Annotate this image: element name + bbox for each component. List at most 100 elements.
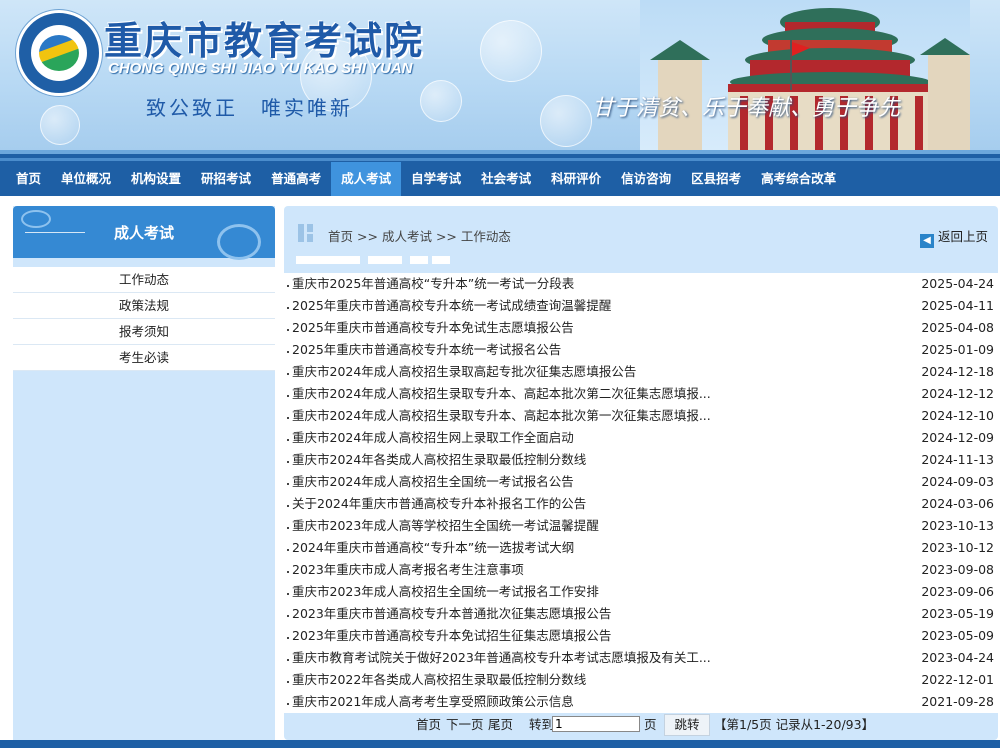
site-logo[interactable]: [16, 10, 102, 96]
bubble-decoration: [420, 80, 462, 122]
article-row: 重庆市2024年成人高校招生网上录取工作全面启动 2024-12-09: [284, 427, 998, 449]
article-row: 重庆市2023年成人高等学校招生全国统一考试温馨提醒 2023-10-13: [284, 515, 998, 537]
jump-button[interactable]: 跳转: [664, 714, 710, 736]
pager-next[interactable]: 下一页: [446, 714, 484, 736]
article-link[interactable]: 重庆市2024年各类成人高校招生录取最低控制分数线: [284, 449, 586, 471]
article-row: 关于2024年重庆市普通高校专升本补报名工作的公告 2024-03-06: [284, 493, 998, 515]
article-date: 2023-10-12: [921, 540, 994, 555]
article-link[interactable]: 2025年重庆市普通高校专升本统一考试报名公告: [284, 339, 561, 361]
nav-item-4[interactable]: 普通高考: [261, 162, 331, 196]
article-link[interactable]: 重庆市2024年成人高校招生全国统一考试报名公告: [284, 471, 574, 493]
great-hall-image: [640, 0, 970, 150]
article-row: 重庆市2025年普通高校“专升本”统一考试一分段表 2025-04-24: [284, 273, 998, 295]
article-date: 2023-04-24: [921, 650, 994, 665]
pager-unit: 页: [644, 717, 657, 732]
article-link[interactable]: 重庆市2022年各类成人高校招生录取最低控制分数线: [284, 669, 586, 691]
nav-item-0[interactable]: 首页: [6, 162, 51, 196]
article-row: 2025年重庆市普通高校专升本免试生志愿填报公告 2025-04-08: [284, 317, 998, 339]
bullet-icon: [287, 373, 289, 375]
motto-right: 甘于清贫、乐于奉献、勇于争先: [592, 96, 901, 121]
sidebar-link-0[interactable]: 工作动态: [13, 267, 275, 293]
nav-item-9[interactable]: 信访咨询: [611, 162, 681, 196]
article-title: 2024年重庆市普通高校“专升本”统一选拔考试大纲: [292, 540, 575, 555]
nav-item-2[interactable]: 机构设置: [121, 162, 191, 196]
bullet-icon: [287, 461, 289, 463]
page-number-input[interactable]: [552, 716, 640, 732]
article-row: 重庆市2021年成人高考考生享受照顾政策公示信息 2021-09-28: [284, 691, 998, 713]
breadcrumb-home[interactable]: 首页: [328, 229, 353, 244]
article-date: 2024-12-10: [921, 408, 994, 423]
sidebar-links: 工作动态 政策法规 报考须知 考生必读: [13, 267, 275, 371]
article-link[interactable]: 重庆市2025年普通高校“专升本”统一考试一分段表: [284, 273, 574, 295]
article-link[interactable]: 2023年重庆市成人高考报名考生注意事项: [284, 559, 524, 581]
bullet-icon: [287, 351, 289, 353]
nav-item-10[interactable]: 区县招考: [681, 162, 751, 196]
nav-item-1[interactable]: 单位概况: [51, 162, 121, 196]
nav-item-8[interactable]: 科研评价: [541, 162, 611, 196]
nav-item-5[interactable]: 成人考试: [331, 162, 402, 196]
nav-item-7[interactable]: 社会考试: [471, 162, 541, 196]
article-row: 重庆市2024年成人高校招生录取高起专批次征集志愿填报公告 2024-12-18: [284, 361, 998, 383]
article-date: 2023-10-13: [921, 518, 994, 533]
article-link[interactable]: 2023年重庆市普通高校专升本普通批次征集志愿填报公告: [284, 603, 611, 625]
article-date: 2023-05-09: [921, 628, 994, 643]
breadcrumb-section[interactable]: 成人考试: [382, 229, 432, 244]
article-row: 重庆市教育考试院关于做好2023年普通高校专升本考试志愿填报及有关工... 202…: [284, 647, 998, 669]
breadcrumb: 首页 >> 成人考试 >> 工作动态: [328, 226, 511, 245]
article-link[interactable]: 2023年重庆市普通高校专升本免试招生征集志愿填报公告: [284, 625, 611, 647]
article-row: 重庆市2024年成人高校招生全国统一考试报名公告 2024-09-03: [284, 471, 998, 493]
article-link[interactable]: 重庆市2021年成人高考考生享受照顾政策公示信息: [284, 691, 574, 713]
breadcrumb-icon: [298, 224, 316, 242]
sidebar: 成人考试 工作动态 政策法规 报考须知 考生必读: [13, 206, 275, 740]
article-link[interactable]: 重庆市2024年成人高校招生录取专升本、高起本批次第一次征集志愿填报...: [284, 405, 711, 427]
content-header: 首页 >> 成人考试 >> 工作动态 ◀ 返回上页: [284, 206, 998, 266]
article-link[interactable]: 2024年重庆市普通高校“专升本”统一选拔考试大纲: [284, 537, 574, 559]
article-title: 关于2024年重庆市普通高校专升本补报名工作的公告: [292, 496, 587, 511]
nav-item-11[interactable]: 高考综合改革: [751, 162, 846, 196]
pagination: 首页 下一页 尾页 转到 页 跳转 【第1/5页 记录从1-20/93】: [284, 714, 998, 736]
article-title: 重庆市教育考试院关于做好2023年普通高校专升本考试志愿填报及有关工...: [292, 650, 711, 665]
article-date: 2024-12-18: [921, 364, 994, 379]
article-date: 2023-09-06: [921, 584, 994, 599]
article-link[interactable]: 2025年重庆市普通高校专升本统一考试成绩查询温馨提醒: [284, 295, 611, 317]
article-title: 2025年重庆市普通高校专升本统一考试成绩查询温馨提醒: [292, 298, 612, 313]
breadcrumb-current[interactable]: 工作动态: [461, 229, 511, 244]
article-row: 2025年重庆市普通高校专升本统一考试成绩查询温馨提醒 2025-04-11: [284, 295, 998, 317]
article-link[interactable]: 关于2024年重庆市普通高校专升本补报名工作的公告: [284, 493, 586, 515]
nav-item-3[interactable]: 研招考试: [191, 162, 261, 196]
article-link[interactable]: 重庆市2023年成人高等学校招生全国统一考试温馨提醒: [284, 515, 599, 537]
article-link[interactable]: 重庆市2023年成人高校招生全国统一考试报名工作安排: [284, 581, 599, 603]
breadcrumb-separator: >>: [357, 229, 378, 244]
sidebar-link-1[interactable]: 政策法规: [13, 293, 275, 319]
motto-left: 致公致正 唯实唯新: [146, 96, 353, 120]
main-nav: 首页 单位概况 机构设置 研招考试 普通高考 成人考试 自学考试 社会考试 科研评价 信访咨询 区县…: [0, 150, 1000, 196]
bullet-icon: [287, 483, 289, 485]
bullet-icon: [287, 637, 289, 639]
pager-first[interactable]: 首页: [416, 714, 441, 736]
article-title: 重庆市2021年成人高考考生享受照顾政策公示信息: [292, 694, 574, 709]
nav-item-6[interactable]: 自学考试: [401, 162, 471, 196]
article-title: 2023年重庆市普通高校专升本免试招生征集志愿填报公告: [292, 628, 612, 643]
bullet-icon: [287, 307, 289, 309]
sidebar-header: 成人考试: [13, 206, 275, 260]
article-row: 重庆市2022年各类成人高校招生录取最低控制分数线 2022-12-01: [284, 669, 998, 691]
article-link[interactable]: 重庆市2024年成人高校招生录取专升本、高起本批次第二次征集志愿填报...: [284, 383, 711, 405]
article-row: 重庆市2024年各类成人高校招生录取最低控制分数线 2024-11-13: [284, 449, 998, 471]
article-link[interactable]: 重庆市2024年成人高校招生网上录取工作全面启动: [284, 427, 574, 449]
article-date: 2021-09-28: [921, 694, 994, 709]
article-date: 2023-09-08: [921, 562, 994, 577]
sidebar-title: 成人考试: [113, 224, 174, 242]
article-link[interactable]: 2025年重庆市普通高校专升本免试生志愿填报公告: [284, 317, 574, 339]
article-link[interactable]: 重庆市教育考试院关于做好2023年普通高校专升本考试志愿填报及有关工...: [284, 647, 711, 669]
bullet-icon: [287, 681, 289, 683]
article-row: 2023年重庆市普通高校专升本普通批次征集志愿填报公告 2023-05-19: [284, 603, 998, 625]
back-button[interactable]: ◀ 返回上页: [919, 226, 988, 248]
sidebar-link-2[interactable]: 报考须知: [13, 319, 275, 345]
bullet-icon: [287, 615, 289, 617]
article-link[interactable]: 重庆市2024年成人高校招生录取高起专批次征集志愿填报公告: [284, 361, 636, 383]
bullet-icon: [287, 395, 289, 397]
sidebar-link-3[interactable]: 考生必读: [13, 345, 275, 371]
bullet-icon: [287, 329, 289, 331]
back-arrow-icon: ◀: [919, 234, 934, 248]
pager-last[interactable]: 尾页: [488, 714, 513, 736]
